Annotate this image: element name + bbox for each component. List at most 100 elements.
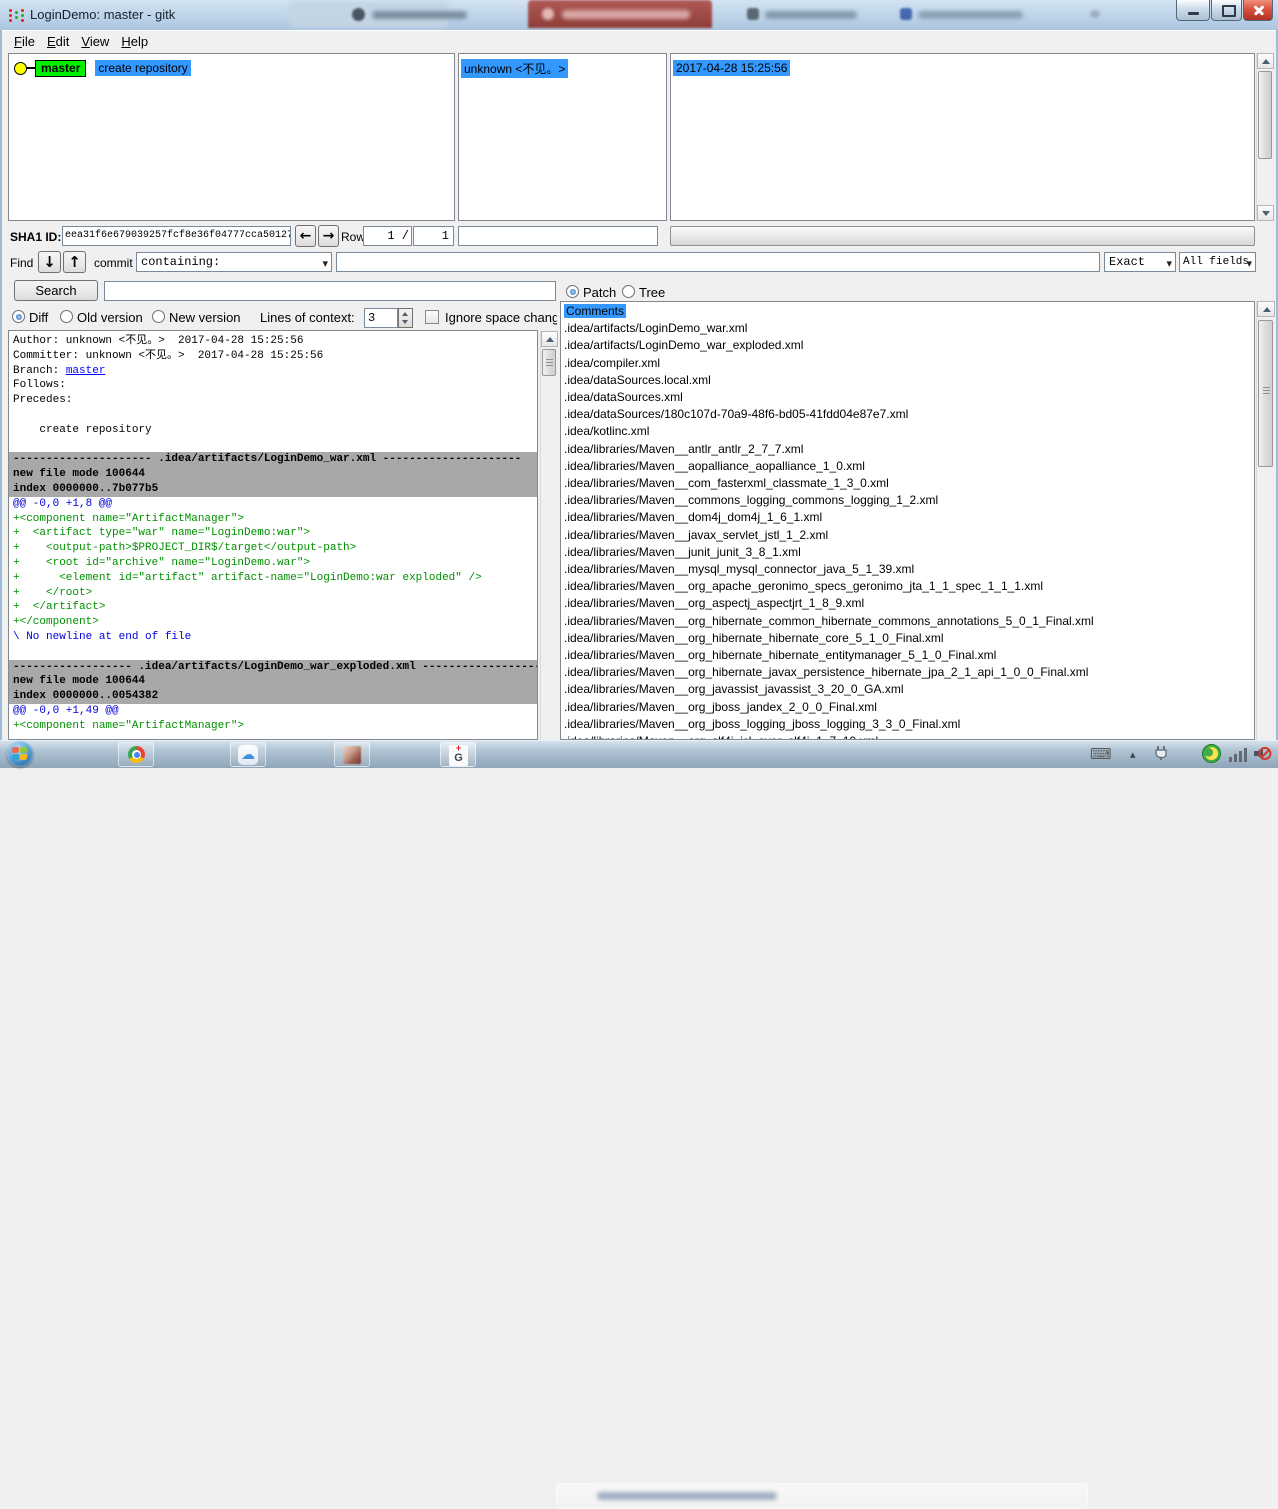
file-list-pane[interactable]: Comments.idea/artifacts/LoginDemo_war.xm…	[560, 301, 1255, 740]
commit-date[interactable]: 2017-04-28 15:25:56	[673, 60, 790, 76]
scroll-up-arrow[interactable]	[541, 331, 558, 347]
sha1-input[interactable]: eea31f6e679039257fcf8e36f04777cca5012798	[62, 226, 291, 246]
file-list-item[interactable]: .idea/libraries/Maven__org_apache_geroni…	[564, 578, 1254, 595]
find-query-input[interactable]	[336, 252, 1100, 272]
old-version-label[interactable]: Old version	[77, 310, 143, 325]
file-list-item[interactable]: .idea/libraries/Maven__aopalliance_aopal…	[564, 458, 1254, 475]
show-hidden-icons-button[interactable]: ▴	[1130, 748, 1136, 761]
taskbar-chrome-button[interactable]	[118, 742, 154, 767]
diff-scrollbar[interactable]	[540, 331, 557, 740]
commit-subject[interactable]: create repository	[95, 60, 190, 76]
close-button[interactable]	[1243, 0, 1273, 21]
background-new-tab[interactable]	[1090, 10, 1100, 18]
branch-link[interactable]: master	[66, 365, 106, 377]
scrollbar-thumb[interactable]	[1258, 71, 1272, 159]
commit-row[interactable]: master create repository	[14, 59, 191, 77]
scroll-up-arrow[interactable]	[1257, 301, 1275, 317]
maximize-button[interactable]	[1211, 0, 1242, 21]
file-list-item[interactable]: .idea/artifacts/LoginDemo_war_exploded.x…	[564, 337, 1254, 354]
find-prev-button[interactable]: ↑	[63, 251, 86, 273]
scrollbar-thumb[interactable]	[1258, 320, 1273, 467]
left-arrow-icon: ←	[300, 228, 312, 244]
volume-muted-icon[interactable]	[1252, 744, 1272, 768]
lines-of-context-input[interactable]: 3	[364, 308, 398, 328]
taskbar-image-viewer-button[interactable]	[334, 742, 370, 767]
commit-author[interactable]: unknown <不见。>	[461, 59, 568, 78]
file-list-item[interactable]: .idea/libraries/Maven__org_hibernate_jav…	[564, 664, 1254, 681]
taskbar-cloud-app-button[interactable]: ☁	[230, 742, 266, 767]
file-list-item[interactable]: .idea/libraries/Maven__org_jboss_logging…	[564, 716, 1254, 733]
prev-commit-button[interactable]: ←	[295, 225, 316, 247]
menu-item-help[interactable]: Help	[121, 34, 148, 49]
file-list-item[interactable]: .idea/kotlinc.xml	[564, 423, 1254, 440]
spinner-up-icon[interactable]	[402, 312, 408, 316]
file-list-item[interactable]: .idea/libraries/Maven__dom4j_dom4j_1_6_1…	[564, 509, 1254, 526]
next-commit-button[interactable]: →	[318, 225, 339, 247]
scroll-up-arrow[interactable]	[1257, 53, 1274, 69]
file-list-item[interactable]: Comments	[564, 303, 1254, 320]
old-version-radio[interactable]	[60, 310, 73, 323]
minimize-button[interactable]	[1176, 0, 1210, 21]
new-version-label[interactable]: New version	[169, 310, 241, 325]
fields-mode-dropdown[interactable]: All fields▾	[1179, 252, 1256, 272]
file-list-item[interactable]: .idea/libraries/Maven__org_jboss_jandex_…	[564, 699, 1254, 716]
tree-radio[interactable]	[622, 285, 635, 298]
file-list-item[interactable]: .idea/dataSources.local.xml	[564, 372, 1254, 389]
match-mode-dropdown[interactable]: Exact▾	[1104, 252, 1176, 272]
search-input[interactable]	[104, 281, 556, 301]
file-list-item[interactable]: .idea/libraries/Maven__org_hibernate_hib…	[564, 647, 1254, 664]
scroll-down-arrow[interactable]	[1257, 205, 1274, 221]
search-button[interactable]: Search	[14, 280, 98, 301]
down-arrow-icon: ↓	[43, 253, 56, 271]
file-list-item[interactable]: .idea/libraries/Maven__com_fasterxml_cla…	[564, 475, 1254, 492]
file-list-item[interactable]: .idea/libraries/Maven__junit_junit_3_8_1…	[564, 544, 1254, 561]
graph-scrollbar[interactable]	[1256, 53, 1273, 221]
file-list-item[interactable]: .idea/libraries/Maven__javax_servlet_jst…	[564, 527, 1254, 544]
tree-radio-label[interactable]: Tree	[639, 285, 665, 300]
patch-radio-label[interactable]: Patch	[583, 285, 616, 300]
spinner-down-icon[interactable]	[402, 320, 408, 324]
scrollbar-thumb[interactable]	[542, 349, 556, 376]
start-button[interactable]	[7, 741, 33, 767]
containing-dropdown[interactable]: containing:▾	[136, 252, 332, 272]
file-list-item[interactable]: .idea/dataSources/180c107d-70a9-48f6-bd0…	[564, 406, 1254, 423]
diff-line: new file mode 100644	[9, 467, 537, 482]
file-list-item[interactable]: .idea/libraries/Maven__mysql_mysql_conne…	[564, 561, 1254, 578]
file-list-item[interactable]: .idea/libraries/Maven__org_aspectj_aspec…	[564, 595, 1254, 612]
menu-item-view[interactable]: View	[81, 34, 109, 49]
diff-pane[interactable]: Author: unknown <不见。> 2017-04-28 15:25:5…	[8, 330, 538, 740]
antivirus-shield-icon[interactable]	[1202, 744, 1221, 768]
diff-radio[interactable]	[12, 310, 25, 323]
file-list-item[interactable]: .idea/libraries/Maven__org_javassist_jav…	[564, 681, 1254, 698]
diff-line: + </artifact>	[13, 600, 537, 615]
ignore-space-checkbox[interactable]	[425, 310, 439, 324]
file-list-item[interactable]: .idea/compiler.xml	[564, 355, 1254, 372]
date-panel[interactable]: 2017-04-28 15:25:56	[670, 53, 1255, 221]
lines-of-context-spinner[interactable]	[398, 308, 413, 328]
input-method-keyboard-icon[interactable]: ⌨	[1090, 746, 1112, 762]
branch-tag[interactable]: master	[35, 60, 86, 77]
chevron-down-icon: ▾	[1166, 255, 1172, 273]
network-signal-icon[interactable]	[1229, 747, 1249, 767]
menu-item-edit[interactable]: Edit	[47, 34, 69, 49]
file-list-item[interactable]: .idea/libraries/Maven__antlr_antlr_2_7_7…	[564, 441, 1254, 458]
file-list-item[interactable]: .idea/artifacts/LoginDemo_war.xml	[564, 320, 1254, 337]
patch-radio[interactable]	[566, 285, 579, 298]
diff-radio-label[interactable]: Diff	[29, 310, 48, 325]
author-panel[interactable]: unknown <不见。>	[458, 53, 667, 221]
file-list-item[interactable]: .idea/dataSources.xml	[564, 389, 1254, 406]
file-list-item[interactable]: .idea/libraries/Maven__org_hibernate_hib…	[564, 630, 1254, 647]
commit-graph-panel[interactable]: master create repository	[8, 53, 455, 221]
file-list-item[interactable]: .idea/libraries/Maven__commons_logging_c…	[564, 492, 1254, 509]
taskbar-gitk-button[interactable]: +G	[440, 742, 476, 767]
file-list-item[interactable]: .idea/libraries/Maven__org_hibernate_com…	[564, 613, 1254, 630]
ignore-space-label[interactable]: Ignore space chang	[445, 310, 557, 325]
new-version-radio[interactable]	[152, 310, 165, 323]
power-plug-icon[interactable]	[1153, 744, 1171, 767]
find-next-button[interactable]: ↓	[38, 251, 61, 273]
menu-item-file[interactable]: File	[14, 34, 35, 49]
diff-line: new file mode 100644	[9, 674, 537, 689]
file-list-scrollbar[interactable]	[1256, 301, 1274, 740]
taskbar-window-button[interactable]	[556, 1483, 1088, 1509]
file-list-item[interactable]: .idea/libraries/Maven__org_slf4j_jcl_ove…	[564, 733, 1254, 740]
